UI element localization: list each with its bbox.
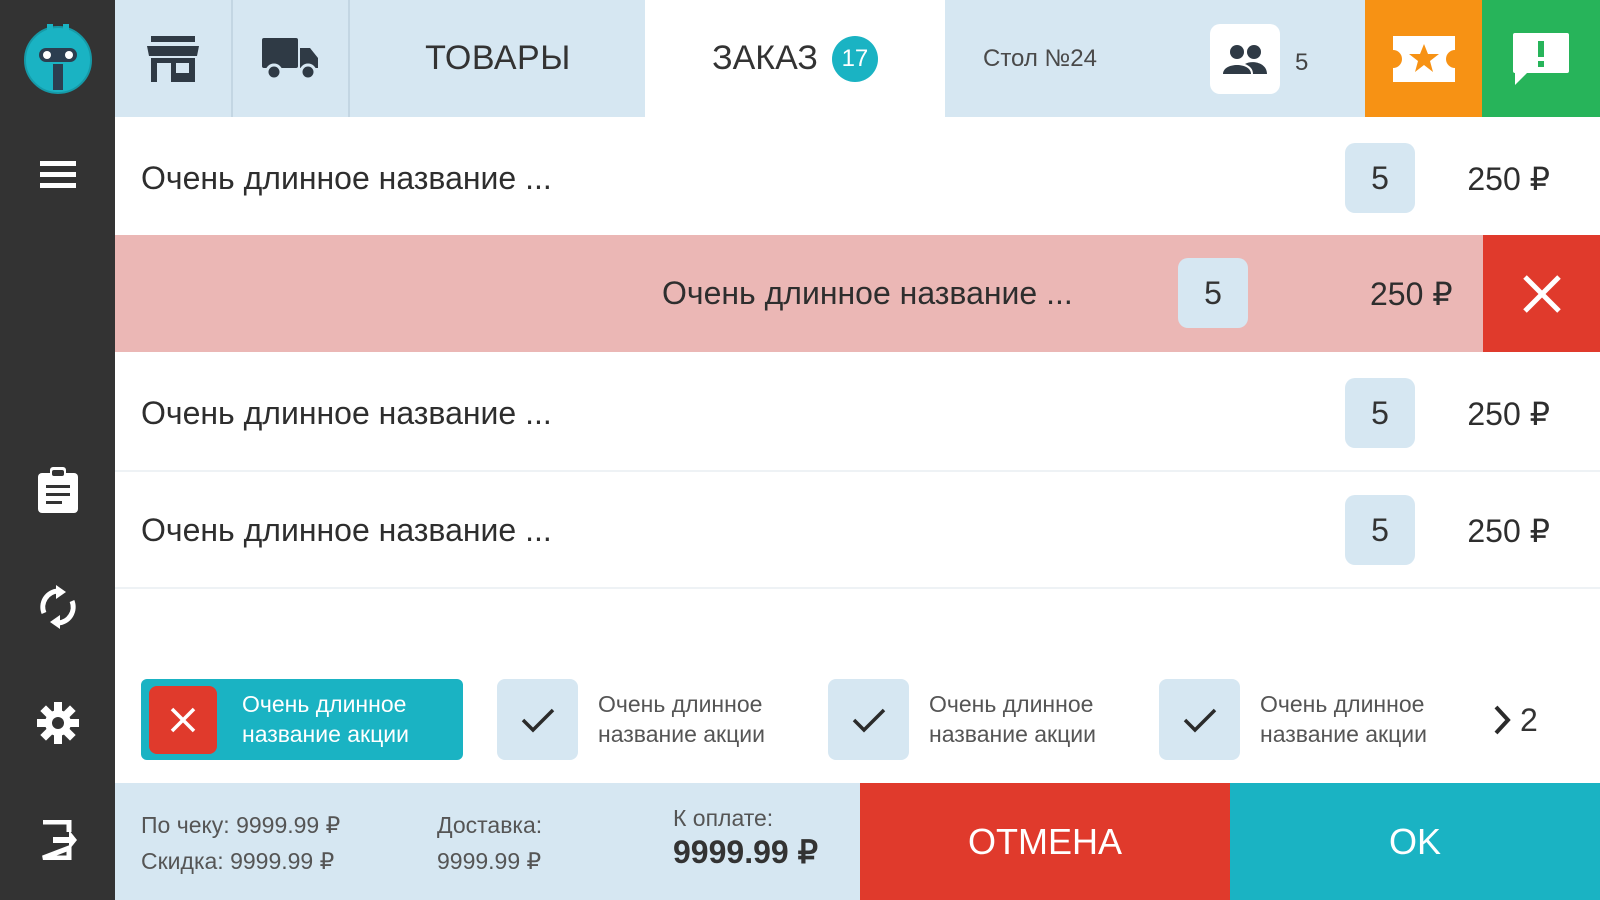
check-icon [521, 708, 554, 732]
cancel-button[interactable]: ОТМЕНА [860, 783, 1230, 900]
item-price: 250 ₽ [1370, 275, 1453, 312]
ok-button[interactable]: OK [1230, 783, 1600, 900]
tab-goods[interactable]: ТОВАРЫ [348, 0, 648, 117]
promotion-active[interactable]: Очень длинное название акции [141, 679, 463, 760]
store-icon [147, 35, 199, 82]
item-quantity[interactable]: 5 [1345, 143, 1415, 213]
item-price: 250 ₽ [1467, 160, 1550, 197]
promotion-item[interactable]: Очень длинное название акции [828, 679, 1148, 760]
guests-count: 5 [1295, 48, 1309, 76]
close-icon [1522, 274, 1561, 313]
order-row[interactable]: Очень длинное название ... 5 250 ₽ [115, 472, 1600, 589]
tab-goods-label: ТОВАРЫ [425, 39, 571, 77]
menu-button[interactable] [0, 140, 115, 210]
sidebar [0, 0, 115, 900]
store-button[interactable] [115, 0, 233, 117]
tab-order-label: ЗАКАЗ [712, 39, 818, 77]
message-alert-icon [1513, 32, 1569, 85]
more-promotions-count: 2 [1520, 701, 1538, 738]
logout-icon [41, 820, 77, 860]
remove-promotion-button[interactable] [149, 686, 217, 754]
promotion-checkbox[interactable] [1159, 679, 1240, 760]
promotion-label: Очень длинное название акции [929, 691, 1096, 747]
item-quantity[interactable]: 5 [1345, 378, 1415, 448]
order-row[interactable]: Очень длинное название ... 5 250 ₽ [115, 120, 1600, 237]
table-label: Стол №24 [983, 44, 1097, 72]
order-row[interactable]: Очень длинное название ... 5 250 ₽ [115, 355, 1600, 472]
promotion-checkbox[interactable] [828, 679, 909, 760]
check-icon [852, 708, 885, 732]
to-pay-label: К оплате: [673, 805, 774, 831]
to-pay-value: 9999.99 ₽ [673, 834, 818, 870]
people-icon [1223, 45, 1267, 74]
item-quantity[interactable]: 5 [1178, 258, 1248, 328]
item-name: Очень длинное название ... [662, 275, 1073, 311]
message-button[interactable] [1482, 0, 1600, 117]
sync-icon [39, 585, 76, 629]
delivery-button[interactable] [233, 0, 350, 117]
tab-order[interactable]: ЗАКАЗ 17 [645, 0, 945, 117]
discount-total: Скидка: 9999.99 ₽ [141, 848, 335, 874]
order-row-swiped[interactable]: Очень длинное название ... 5 250 ₽ [115, 235, 1600, 352]
item-price: 250 ₽ [1467, 512, 1550, 549]
promotion-label: Очень длинное название акции [598, 691, 765, 747]
settings-button[interactable] [0, 688, 115, 758]
more-promotions-button[interactable]: 2 [1492, 690, 1538, 750]
receipt-total: По чеку: 9999.99 ₽ [141, 812, 341, 838]
order-count-badge: 17 [831, 35, 878, 82]
promotion-item[interactable]: Очень длинное название акции [1159, 679, 1479, 760]
delivery-label: Доставка: [437, 812, 543, 838]
delete-item-button[interactable] [1483, 235, 1600, 352]
truck-icon [261, 37, 318, 80]
promotion-label: Очень длинное название акции [242, 691, 409, 747]
item-name: Очень длинное название ... [141, 512, 552, 548]
robot-logo [24, 24, 92, 94]
bottom-bar: По чеку: 9999.99 ₽ Скидка: 9999.99 ₽ Дос… [115, 783, 1600, 900]
check-icon [1183, 708, 1216, 732]
star-ticket-icon [1392, 35, 1455, 82]
close-icon [170, 707, 196, 733]
promotion-label: Очень длинное название акции [1260, 691, 1427, 747]
logout-button[interactable] [0, 805, 115, 875]
menu-icon [39, 161, 76, 188]
favorites-button[interactable] [1365, 0, 1482, 117]
item-price: 250 ₽ [1467, 395, 1550, 432]
clipboard-icon [37, 467, 78, 513]
top-bar: ТОВАРЫ ЗАКАЗ 17 Стол №24 5 [115, 0, 1600, 117]
gear-icon [36, 702, 79, 744]
guests-button[interactable] [1210, 24, 1280, 94]
orders-list-button[interactable] [0, 455, 115, 525]
delivery-value: 9999.99 ₽ [437, 848, 542, 874]
item-name: Очень длинное название ... [141, 160, 552, 196]
promotion-checkbox[interactable] [497, 679, 578, 760]
chevron-right-icon [1494, 705, 1511, 735]
sync-button[interactable] [0, 572, 115, 642]
item-quantity[interactable]: 5 [1345, 495, 1415, 565]
promotion-item[interactable]: Очень длинное название акции [497, 679, 817, 760]
item-name: Очень длинное название ... [141, 395, 552, 431]
